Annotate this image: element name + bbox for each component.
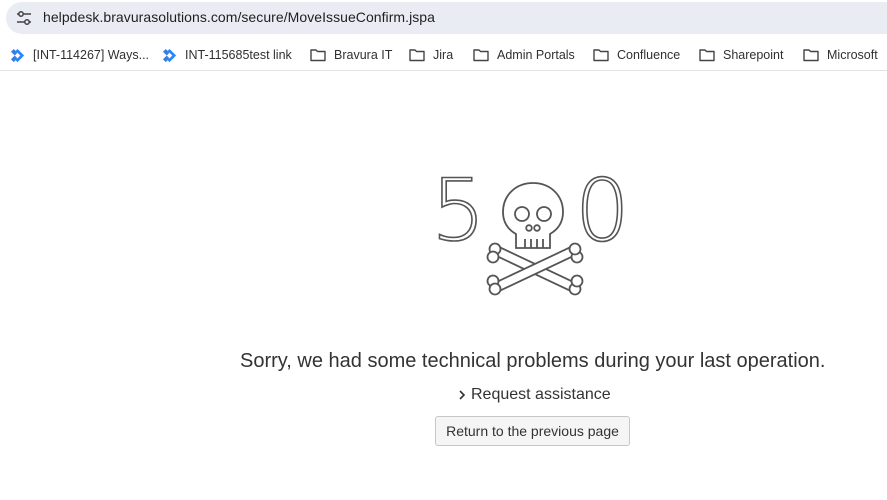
folder-icon [310,49,326,62]
bookmark-folder-sharepoint[interactable]: Sharepoint [699,46,783,64]
error-message: Sorry, we had some technical problems du… [240,350,826,372]
folder-icon [803,49,819,62]
error-code-digit-5: 5 [431,161,486,261]
skull-crossbones-icon [486,182,584,296]
request-assistance-label: Request assistance [471,386,611,403]
bookmark-folder-confluence[interactable]: Confluence [593,46,680,64]
bookmark-folder-jira[interactable]: Jira [409,46,453,64]
folder-icon [409,49,425,62]
bookmarks-bar: [INT-114267] Ways... INT-115685test link… [0,40,887,71]
bookmark-label: Jira [433,48,454,62]
url-text[interactable]: helpdesk.bravurasolutions.com/secure/Mov… [43,9,435,25]
chevron-right-icon [459,390,466,400]
bookmark-label: Bravura IT [334,48,393,62]
bookmark-int-114267[interactable]: [INT-114267] Ways... [10,46,149,64]
bookmark-label: Admin Portals [497,48,575,62]
folder-icon [593,49,609,62]
bookmark-label: Sharepoint [723,48,784,62]
bookmark-label: Microsoft [827,48,878,62]
error-code-digit-0: 0 [575,161,630,261]
bookmark-label: [INT-114267] Ways... [33,48,150,62]
request-assistance-link[interactable]: Request assistance [458,386,611,404]
folder-icon [473,49,489,62]
return-previous-page-button[interactable]: Return to the previous page [435,416,630,446]
tune-icon[interactable] [16,10,32,26]
bookmark-folder-microsoft[interactable]: Microsoft [803,46,878,64]
bookmark-folder-bravura-it[interactable]: Bravura IT [310,46,392,64]
jira-icon [162,48,177,62]
bookmark-label: Confluence [617,48,681,62]
bookmark-folder-admin-portals[interactable]: Admin Portals [473,46,575,64]
error-500-illustration: 5 0 [430,160,631,296]
jira-icon [10,48,25,62]
bookmark-label: INT-115685test link [185,48,292,62]
folder-icon [699,49,715,62]
bookmark-int-115685[interactable]: INT-115685test link [162,46,292,64]
address-bar: helpdesk.bravurasolutions.com/secure/Mov… [0,0,887,36]
